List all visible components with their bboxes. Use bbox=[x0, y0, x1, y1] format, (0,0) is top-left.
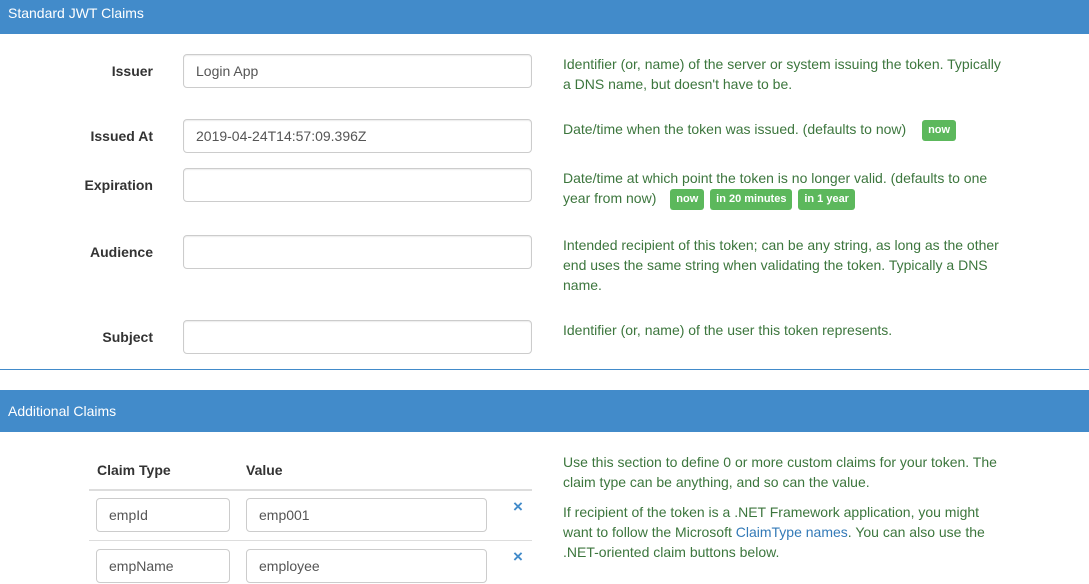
claim-type-column-header: Claim Type bbox=[97, 462, 171, 478]
standard-claims-title: Standard JWT Claims bbox=[8, 5, 144, 21]
subject-label: Subject bbox=[102, 329, 153, 345]
table-row-divider bbox=[89, 540, 532, 541]
issued-at-now-button[interactable]: now bbox=[922, 119, 957, 141]
issuer-input[interactable] bbox=[183, 54, 532, 88]
value-column-header: Value bbox=[246, 462, 283, 478]
expiration-help: Date/time at which point the token is no… bbox=[563, 168, 1008, 210]
audience-input[interactable] bbox=[183, 235, 532, 269]
issued-at-help: Date/time when the token was issued. (de… bbox=[563, 119, 1008, 141]
audience-label: Audience bbox=[89, 244, 153, 260]
subject-help: Identifier (or, name) of the user this t… bbox=[563, 322, 893, 338]
delete-claim-icon-2[interactable]: × bbox=[510, 548, 526, 565]
section-divider bbox=[0, 369, 1089, 370]
audience-help: Intended recipient of this token; can be… bbox=[563, 237, 999, 293]
delete-claim-icon-1[interactable]: × bbox=[510, 498, 526, 515]
expiration-label: Expiration bbox=[84, 177, 153, 193]
expiration-20min-button[interactable]: in 20 minutes bbox=[710, 188, 793, 210]
issuer-help: Identifier (or, name) of the server or s… bbox=[563, 56, 1001, 92]
claim-value-input-2[interactable] bbox=[246, 549, 487, 583]
expiration-now-button[interactable]: now bbox=[670, 188, 705, 210]
additional-claims-title: Additional Claims bbox=[8, 403, 117, 419]
expiration-1year-button[interactable]: in 1 year bbox=[798, 188, 855, 210]
additional-claims-header: Additional Claims bbox=[0, 390, 1089, 432]
expiration-input[interactable] bbox=[183, 168, 532, 202]
issuer-label: Issuer bbox=[111, 63, 153, 79]
additional-help-dotnet: If recipient of the token is a .NET Fram… bbox=[563, 502, 1003, 562]
subject-input[interactable] bbox=[183, 320, 532, 354]
claim-type-input-1[interactable] bbox=[96, 498, 230, 532]
issued-at-label: Issued At bbox=[90, 128, 154, 144]
issued-at-input[interactable] bbox=[183, 119, 532, 153]
claims-table-header: Claim Type Value bbox=[89, 455, 532, 491]
additional-help-intro: Use this section to define 0 or more cus… bbox=[563, 454, 997, 490]
standard-claims-header: Standard JWT Claims bbox=[0, 0, 1089, 34]
additional-claims-help: Use this section to define 0 or more cus… bbox=[563, 452, 1003, 572]
claim-type-input-2[interactable] bbox=[96, 549, 230, 583]
claimtype-names-link[interactable]: ClaimType names bbox=[736, 524, 848, 540]
issued-at-help-text: Date/time when the token was issued. (de… bbox=[563, 121, 907, 137]
claim-value-input-1[interactable] bbox=[246, 498, 487, 532]
